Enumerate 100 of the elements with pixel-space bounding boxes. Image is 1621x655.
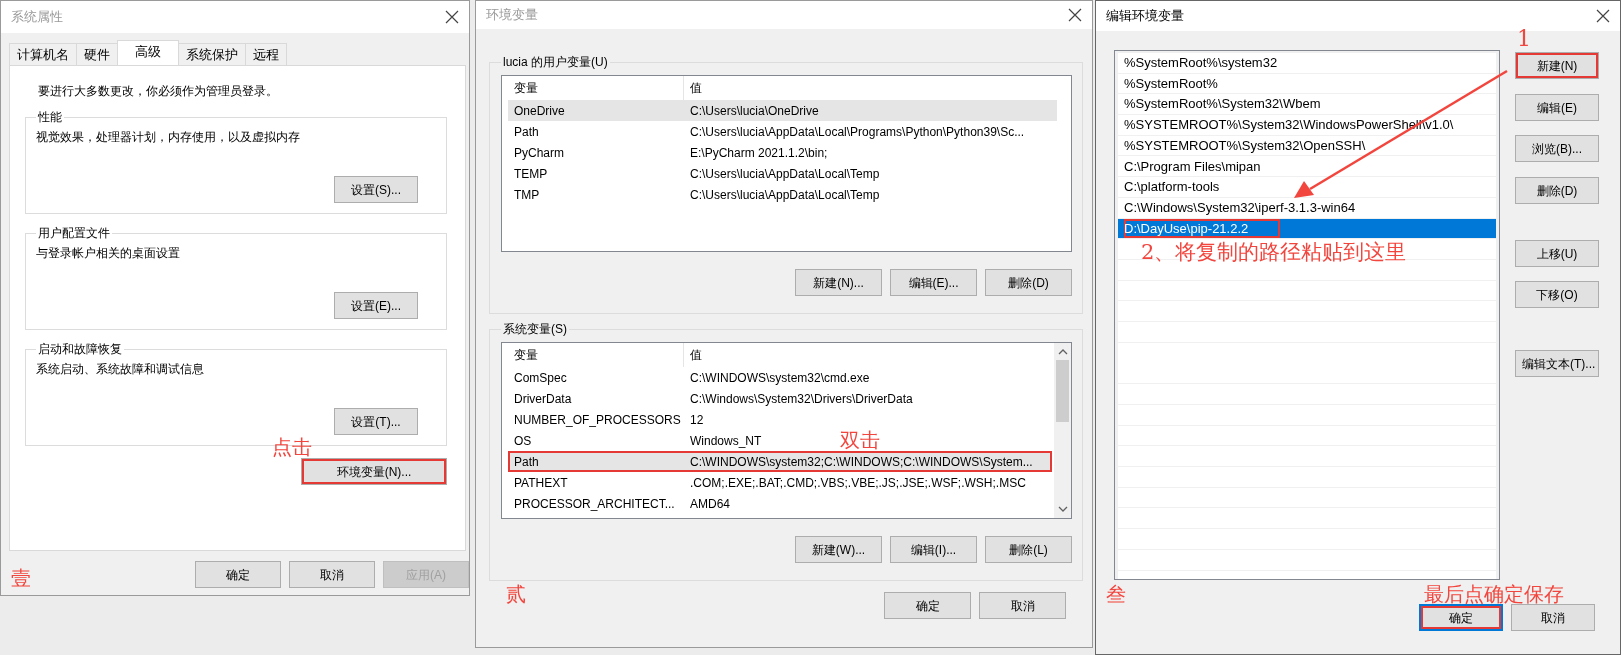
step-label: 壹 <box>11 565 31 592</box>
table-action-button[interactable]: 新建(N)... <box>795 269 882 296</box>
group-label: 用户配置文件 <box>37 226 111 240</box>
side-button[interactable]: 上移(U) <box>1515 240 1599 267</box>
list-item-text: %SystemRoot%\system32 <box>1124 54 1278 73</box>
table-row[interactable]: TMP C:\Users\lucia\AppData\Local\Temp <box>508 184 880 205</box>
table-row[interactable]: PyCharm E:\PyCharm 2021.1.2\bin; <box>508 142 828 163</box>
list-item[interactable]: C:\Windows\System32\iperf-3.1.3-win64 <box>1118 197 1496 219</box>
table-cell-text: Windows_NT <box>689 432 762 450</box>
group-description: 与登录帐户相关的桌面设置 <box>36 245 181 262</box>
close-icon[interactable] <box>445 10 459 24</box>
table-action-button[interactable]: 删除(L) <box>985 536 1072 563</box>
list-item[interactable]: %SYSTEMROOT%\System32\OpenSSH\ <box>1118 135 1496 157</box>
table-cell-text: Path <box>513 453 540 471</box>
table-cell-text: TEMP <box>513 165 549 183</box>
dialog-button[interactable]: 确定 <box>1419 604 1503 631</box>
group-description: 视觉效果，处理器计划，内存使用，以及虚拟内存 <box>36 129 301 146</box>
table-cell-text: OneDrive <box>513 102 566 120</box>
list-item-text: %SystemRoot% <box>1124 74 1218 93</box>
column-header[interactable]: 值 <box>684 79 702 97</box>
step-label: 叁 <box>1106 581 1126 608</box>
dialog-button[interactable]: 取消 <box>1511 604 1595 631</box>
environment-variables-button[interactable]: 环境变量(N)... <box>301 458 447 485</box>
annotation-text: 双击 <box>840 427 880 454</box>
table-row[interactable]: Path C:\Users\lucia\AppData\Local\Programs\Python\Python39\Sc... <box>508 121 1025 142</box>
close-icon[interactable] <box>1596 9 1610 23</box>
side-button[interactable]: 编辑文本(T)... <box>1515 350 1599 377</box>
column-header[interactable]: 值 <box>684 346 702 364</box>
table-cell-text: Path <box>513 123 540 141</box>
close-icon[interactable] <box>1068 8 1082 22</box>
table-cell-text: AMD64 <box>689 495 730 513</box>
table-cell-text: PyCharm <box>513 144 565 162</box>
table-row[interactable]: OneDrive C:\Users\lucia\OneDrive <box>508 100 1057 121</box>
window-title: 环境变量 <box>486 6 538 25</box>
annotation-text: 1 <box>1517 25 1531 53</box>
scrollbar[interactable] <box>1054 343 1071 518</box>
table-cell-text: OS <box>513 432 533 450</box>
table-row[interactable]: TEMP C:\Users\lucia\AppData\Local\Temp <box>508 163 880 184</box>
column-header[interactable]: 变量 <box>508 343 684 367</box>
dialog-button[interactable]: 取消 <box>979 592 1066 619</box>
table-cell-text: E:\PyCharm 2021.1.2\bin; <box>689 144 828 162</box>
table-action-button[interactable]: 编辑(I)... <box>890 536 977 563</box>
settings-button[interactable]: 设置(E)... <box>334 292 418 319</box>
side-button[interactable]: 下移(O) <box>1515 281 1599 308</box>
table-row[interactable]: PATHEXT .COM;.EXE;.BAT;.CMD;.VBS;.VBE;.JS;.JSE;.WSF;.WSH;.MSC <box>508 472 1026 493</box>
list-item-text: %SystemRoot%\System32\Wbem <box>1124 95 1321 114</box>
side-button[interactable]: 编辑(E) <box>1515 94 1599 121</box>
tab[interactable]: 远程 <box>245 43 287 65</box>
list-item[interactable]: %SystemRoot% <box>1118 73 1496 95</box>
tab[interactable]: 计算机名 <box>9 43 77 65</box>
table-cell-text: C:\Users\lucia\AppData\Local\Programs\Python\Python39\Sc... <box>689 123 1025 141</box>
group-label: lucia 的用户变量(U) <box>502 55 609 69</box>
list-item[interactable]: C:\Program Files\mipan <box>1118 156 1496 178</box>
annotation-text: 点击 <box>272 434 312 461</box>
table-action-button[interactable]: 删除(D) <box>985 269 1072 296</box>
side-button[interactable]: 浏览(B)... <box>1515 135 1599 162</box>
table-row[interactable]: ComSpec C:\WINDOWS\system32\cmd.exe <box>508 367 870 388</box>
table-row[interactable]: DriverData C:\Windows\System32\Drivers\DriverData <box>508 388 913 409</box>
group-label: 性能 <box>37 110 63 124</box>
window-title: 系统属性 <box>11 8 63 27</box>
group-label: 启动和故障恢复 <box>37 342 123 356</box>
settings-button[interactable]: 设置(S)... <box>334 176 418 203</box>
table-cell-text: C:\Windows\System32\Drivers\DriverData <box>689 390 913 408</box>
side-button[interactable]: 删除(D) <box>1515 177 1599 204</box>
list-item[interactable]: %SystemRoot%\system32 <box>1118 53 1496 74</box>
window-title: 编辑环境变量 <box>1106 7 1184 26</box>
list-item-text: %SYSTEMROOT%\System32\OpenSSH\ <box>1124 136 1366 155</box>
table-cell-text: .COM;.EXE;.BAT;.CMD;.VBS;.VBE;.JS;.JSE;.WSF;.WSH;.MSC <box>689 474 1026 492</box>
side-button[interactable]: 新建(N) <box>1515 52 1599 79</box>
list-item-text: C:\platform-tools <box>1124 178 1220 197</box>
group-description: 系统启动、系统故障和调试信息 <box>36 361 205 378</box>
table-cell-text: C:\Users\lucia\AppData\Local\Temp <box>689 165 880 183</box>
step-label: 贰 <box>506 581 526 608</box>
table-cell-text: ComSpec <box>513 369 568 387</box>
table-cell-text: DriverData <box>513 390 573 408</box>
table-cell-text: C:\WINDOWS\system32\cmd.exe <box>689 369 870 387</box>
dialog-button[interactable]: 确定 <box>195 561 281 588</box>
tab[interactable]: 高级 <box>117 40 179 65</box>
table-row[interactable]: Path C:\WINDOWS\system32;C:\WINDOWS;C:\WINDOWS\System... <box>508 451 1052 472</box>
table-cell-text: NUMBER_OF_PROCESSORS <box>513 411 682 429</box>
table-cell-text: C:\WINDOWS\system32;C:\WINDOWS;C:\WINDOWS\System... <box>689 453 1033 471</box>
list-item-text: C:\Windows\System32\iperf-3.1.3-win64 <box>1124 198 1356 217</box>
notice-text: 要进行大多数更改，你必须作为管理员登录。 <box>38 83 279 100</box>
scrollbar-thumb[interactable] <box>1056 360 1069 422</box>
table-action-button[interactable]: 编辑(E)... <box>890 269 977 296</box>
table-cell-text: 12 <box>689 411 704 429</box>
table-cell-text: C:\Users\lucia\AppData\Local\Temp <box>689 186 880 204</box>
list-item-text: C:\Program Files\mipan <box>1124 157 1261 176</box>
dialog-button[interactable]: 确定 <box>884 592 971 619</box>
list-item[interactable]: %SystemRoot%\System32\Wbem <box>1118 94 1496 116</box>
settings-button[interactable]: 设置(T)... <box>334 408 418 435</box>
table-row[interactable]: NUMBER_OF_PROCESSORS 12 <box>508 409 704 430</box>
table-row[interactable]: PROCESSOR_ARCHITECT... AMD64 <box>508 493 730 514</box>
table-cell-text: PROCESSOR_ARCHITECT... <box>513 495 676 513</box>
table-cell-text: TMP <box>513 186 541 204</box>
table-cell-text: PATHEXT <box>513 474 569 492</box>
table-row[interactable]: OS Windows_NT <box>508 430 762 451</box>
dialog-button[interactable]: 取消 <box>289 561 375 588</box>
table-action-button[interactable]: 新建(W)... <box>795 536 882 563</box>
annotation-text: 2、将复制的路径粘贴到这里 <box>1141 239 1407 266</box>
